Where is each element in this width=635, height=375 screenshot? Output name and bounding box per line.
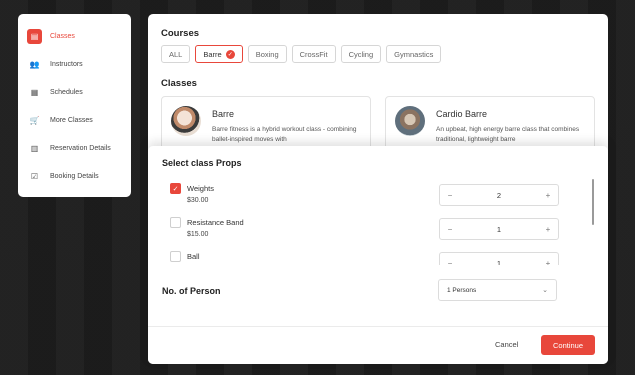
chip-label: CrossFit <box>299 49 328 59</box>
prop-name: Weights <box>187 184 214 193</box>
decrement-button[interactable]: − <box>440 219 460 239</box>
persons-select[interactable]: 1 Persons ⌄ <box>438 279 557 301</box>
props-modal: Select class Props ✓ Weights $30.00 − 2 … <box>148 146 608 364</box>
increment-button[interactable]: + <box>538 253 558 266</box>
cart-icon: 🛒 <box>29 115 40 125</box>
prop-checkbox[interactable]: ✓ <box>170 183 181 194</box>
continue-button[interactable]: Continue <box>541 335 595 355</box>
calendar-icon: ▦ <box>30 87 39 97</box>
quantity-value[interactable]: 1 <box>460 225 538 234</box>
chip-label: ALL <box>169 49 183 59</box>
sidebar-item-label: Schedules <box>50 88 83 96</box>
sidebar: ▤ Classes 👥 Instructors ▦ Schedules 🛒 Mo… <box>18 14 131 197</box>
prop-name: Ball <box>187 252 200 261</box>
prop-checkbox[interactable] <box>170 217 181 228</box>
sidebar-item-label: Reservation Details <box>50 144 111 152</box>
persons-label: No. of Person <box>162 286 221 296</box>
chip-label: Barre <box>203 49 222 59</box>
decrement-button[interactable]: − <box>440 253 460 266</box>
decrement-button[interactable]: − <box>440 185 460 205</box>
chip-crossfit[interactable]: CrossFit <box>291 45 336 63</box>
sidebar-item-label: Booking Details <box>50 172 99 180</box>
course-filter-chips: ALL Barre ✓ Boxing CrossFit Cycling Gymna… <box>161 45 442 63</box>
sidebar-item-label: More Classes <box>50 116 93 124</box>
stepper-clip: − 1 + <box>439 252 559 265</box>
class-description: An upbeat, high energy barre class that … <box>436 126 580 143</box>
checklist-icon: ☑ <box>30 171 39 181</box>
prop-checkbox[interactable] <box>170 251 181 262</box>
sidebar-item-reservation-details[interactable]: ▥ Reservation Details <box>27 136 122 160</box>
increment-button[interactable]: + <box>538 219 558 239</box>
sidebar-item-label: Classes <box>50 32 75 40</box>
class-description: Barre fitness is a hybrid workout class … <box>212 126 357 143</box>
prop-price: $15.00 <box>187 231 209 238</box>
prop-name: Resistance Band <box>187 218 244 227</box>
persons-value: 1 Persons <box>447 286 477 294</box>
chip-label: Cycling <box>348 49 374 59</box>
check-icon: ✓ <box>225 49 235 59</box>
quantity-stepper: − 2 + <box>439 184 559 206</box>
class-name: Cardio Barre <box>436 109 488 119</box>
chip-cycling[interactable]: Cycling <box>340 45 382 63</box>
cancel-button[interactable]: Cancel <box>495 340 518 349</box>
prop-price: $30.00 <box>187 197 209 204</box>
sidebar-item-more-classes[interactable]: 🛒 More Classes <box>27 108 122 132</box>
quantity-stepper: − 1 + <box>439 252 559 265</box>
increment-button[interactable]: + <box>538 185 558 205</box>
divider <box>148 326 608 327</box>
classes-title: Classes <box>161 78 197 89</box>
sidebar-item-schedules[interactable]: ▦ Schedules <box>27 80 122 104</box>
quantity-value[interactable]: 2 <box>460 191 538 200</box>
chip-barre[interactable]: Barre ✓ <box>195 45 243 63</box>
modal-title: Select class Props <box>162 158 242 168</box>
courses-title: Courses <box>161 28 200 39</box>
quantity-stepper: − 1 + <box>439 218 559 240</box>
chip-boxing[interactable]: Boxing <box>247 45 287 63</box>
sidebar-item-classes[interactable]: ▤ Classes <box>27 24 122 48</box>
quantity-value[interactable]: 1 <box>460 259 538 266</box>
sidebar-item-booking-details[interactable]: ☑ Booking Details <box>27 164 122 188</box>
chip-label: Boxing <box>255 49 279 59</box>
people-icon: 👥 <box>29 59 40 69</box>
chip-label: Gymnastics <box>394 49 434 59</box>
sidebar-item-label: Instructors <box>50 60 83 68</box>
scrollbar[interactable] <box>592 179 594 225</box>
chevron-down-icon: ⌄ <box>542 287 548 294</box>
class-image <box>395 106 425 136</box>
chip-all[interactable]: ALL <box>161 45 191 63</box>
document-icon: ▥ <box>30 143 39 153</box>
classes-icon: ▤ <box>27 28 42 44</box>
chip-gymnastics[interactable]: Gymnastics <box>386 45 442 63</box>
class-image <box>171 106 201 136</box>
sidebar-item-instructors[interactable]: 👥 Instructors <box>27 52 122 76</box>
class-name: Barre <box>212 109 235 119</box>
